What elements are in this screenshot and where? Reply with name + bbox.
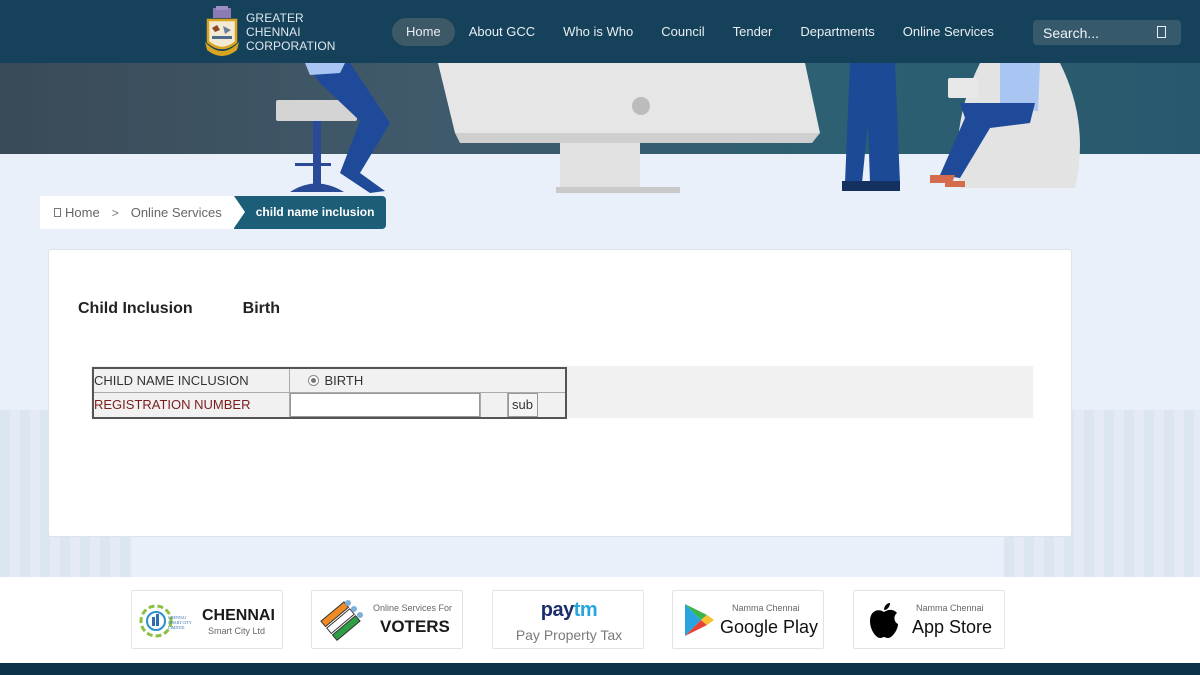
card-tabs: Child Inclusion Birth <box>78 300 280 318</box>
nav-council[interactable]: Council <box>647 18 718 46</box>
partner-title: CHENNAI <box>202 607 275 624</box>
breadcrumb-trail: Home > Online Services <box>40 196 234 229</box>
nav-home[interactable]: Home <box>392 18 455 46</box>
registration-number-label: REGISTRATION NUMBER <box>92 391 290 418</box>
partner-subtitle: Smart City Ltd <box>208 626 266 636</box>
footer-bar <box>0 663 1200 675</box>
breadcrumb-online-services[interactable]: Online Services <box>131 205 222 220</box>
logo-line-3: CORPORATION <box>246 39 336 53</box>
logo-line-2: CHENNAI <box>246 25 301 39</box>
breadcrumb: Home > Online Services child name inclus… <box>40 196 387 229</box>
paytm-logo-icon: paytm <box>540 599 598 621</box>
breadcrumb-separator: > <box>111 205 119 220</box>
home-icon <box>54 208 61 217</box>
form-row-registration: REGISTRATION NUMBER sub <box>92 391 567 418</box>
search-box <box>1033 20 1181 45</box>
main-nav: Home About GCC Who is Who Council Tender… <box>392 18 1008 46</box>
nav-departments[interactable]: Departments <box>786 18 888 46</box>
nav-tender[interactable]: Tender <box>719 18 787 46</box>
partner-google-play[interactable]: Namma Chennai Google Play <box>672 590 824 649</box>
child-name-inclusion-label: CHILD NAME INCLUSION <box>92 367 290 393</box>
partner-subtitle: Pay Property Tax <box>515 627 623 643</box>
nav-online-services[interactable]: Online Services <box>889 18 1008 46</box>
smart-city-logo-icon: CHENNAI SMART CITY LIMITED <box>139 604 192 638</box>
partner-top-text: Namma Chennai <box>916 603 984 613</box>
partner-app-store[interactable]: Namma Chennai App Store <box>853 590 1005 649</box>
apple-icon <box>870 603 898 638</box>
logo-text: GREATER CHENNAI CORPORATION <box>246 11 336 53</box>
nav-who-is-who[interactable]: Who is Who <box>549 18 647 46</box>
partner-top-text: Namma Chennai <box>732 603 800 613</box>
form-row-type: CHILD NAME INCLUSION BIRTH <box>92 367 567 393</box>
partner-title: App Store <box>912 617 993 637</box>
site-header: GREATER CHENNAI CORPORATION Home About G… <box>0 0 1200 63</box>
logo-line-1: GREATER <box>246 11 304 25</box>
svg-text:LIMITED: LIMITED <box>168 625 185 630</box>
partner-paytm[interactable]: paytm Pay Property Tax <box>492 590 644 649</box>
partner-title: VOTERS <box>380 617 450 636</box>
tab-birth[interactable]: Birth <box>243 300 280 318</box>
submit-cell: sub <box>506 391 567 418</box>
banner-illustration <box>276 63 1080 193</box>
child-inclusion-form: CHILD NAME INCLUSION BIRTH REGISTRATION … <box>92 367 567 419</box>
gcc-logo[interactable]: GREATER CHENNAI CORPORATION <box>203 6 336 58</box>
nav-about-gcc[interactable]: About GCC <box>455 18 549 46</box>
breadcrumb-home[interactable]: Home <box>65 205 100 220</box>
search-icon[interactable] <box>1157 26 1166 38</box>
search-input[interactable] <box>1033 20 1153 45</box>
birth-radio[interactable] <box>307 374 319 386</box>
breadcrumb-current: child name inclusion <box>233 196 387 229</box>
partner-title: Google Play <box>720 617 819 637</box>
partner-chennai-smart-city[interactable]: CHENNAI SMART CITY LIMITED CHENNAI Smart… <box>131 590 283 649</box>
content-card: Child Inclusion Birth CHILD NAME INCLUSI… <box>48 249 1072 537</box>
partner-voters[interactable]: Online Services For VOTERS <box>311 590 463 649</box>
voters-ballot-icon <box>320 600 363 642</box>
google-play-icon <box>685 604 714 636</box>
spacer-cell <box>479 391 508 418</box>
registration-number-input[interactable] <box>289 392 480 417</box>
partner-top-text: Online Services For <box>373 603 453 613</box>
tab-child-inclusion[interactable]: Child Inclusion <box>78 300 193 318</box>
registration-input-cell <box>288 391 481 418</box>
submit-button[interactable]: sub <box>507 392 538 417</box>
radio-cell: BIRTH <box>288 367 567 393</box>
gcc-emblem-icon <box>205 6 239 56</box>
birth-radio-label[interactable]: BIRTH <box>325 373 364 388</box>
